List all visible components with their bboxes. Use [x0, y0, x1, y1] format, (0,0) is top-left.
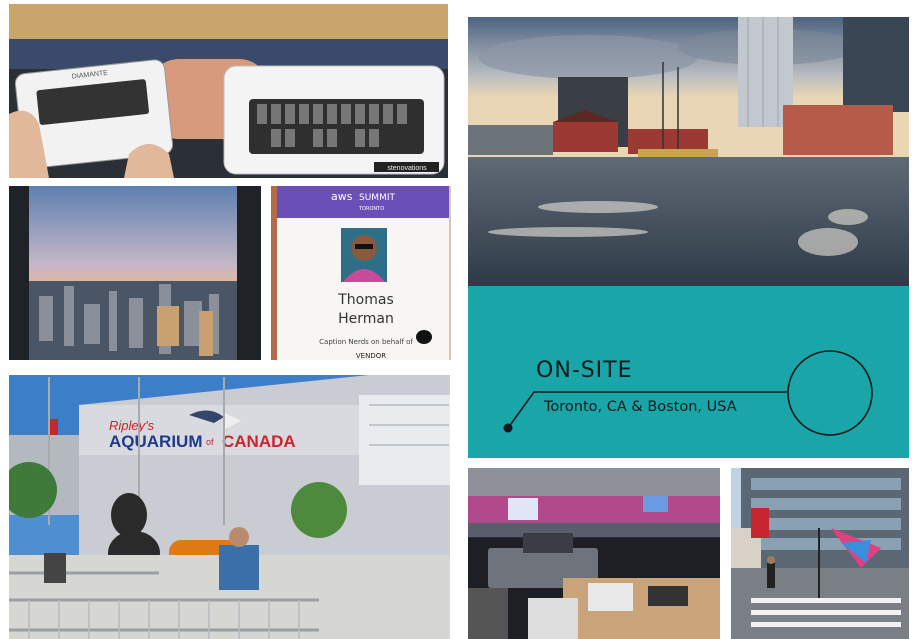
badge-role: VENDOR	[356, 352, 386, 360]
stenotype-photo: DIAMANTE stenovations	[9, 4, 448, 178]
panel-location: Toronto, CA & Boston, USA	[544, 399, 737, 415]
aquarium-sign-country: CANADA	[222, 432, 296, 451]
aquarium-photo: Ripley's AQUARIUM of CANADA	[9, 375, 450, 639]
conference-badge-photo: aws SUMMIT TORONTO Thomas Herman Caption…	[271, 186, 451, 360]
badge-city: TORONTO	[358, 206, 384, 212]
panel-heading: ON-SITE	[536, 358, 633, 383]
badge-event: SUMMIT	[359, 193, 395, 203]
toronto-skyline-photo	[9, 186, 261, 360]
badge-logo: aws	[331, 190, 353, 203]
aquarium-sign-brand: Ripley's	[109, 418, 155, 433]
circle-accent-icon	[787, 350, 873, 436]
boston-harbor-photo	[468, 17, 909, 286]
badge-first-name: Thomas	[337, 292, 394, 308]
stenotype-brand-right: stenovations	[387, 165, 427, 172]
aquarium-sign-of: of	[206, 437, 214, 447]
caption-desk-photo	[468, 468, 720, 639]
boston-street-photo	[731, 468, 909, 639]
aquarium-sign-name: AQUARIUM	[109, 432, 203, 451]
badge-last-name: Herman	[338, 311, 394, 327]
on-site-panel: ON-SITE Toronto, CA & Boston, USA	[468, 286, 909, 458]
badge-company: Caption Nerds on behalf of	[319, 338, 413, 346]
connector-dot-icon	[503, 423, 513, 433]
